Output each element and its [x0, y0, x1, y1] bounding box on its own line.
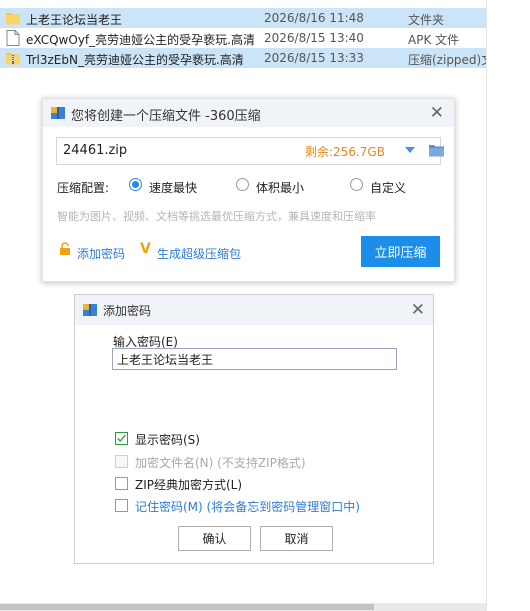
radio-custom[interactable]	[350, 178, 363, 191]
disk-remaining: 剩余:256.7GB	[305, 145, 385, 159]
compress-dialog: 您将创建一个压缩文件 -360压缩 ✕ 剩余:256.7GB 压缩配置: 速度最…	[42, 98, 455, 282]
file-row-zip[interactable]: Trl3zEbN_亮劳迪娅公主的受孕亵玩.高清 2026/8/15 13:33 …	[0, 48, 486, 68]
compress-now-button[interactable]: 立即压缩	[361, 236, 440, 267]
password-input[interactable]	[112, 348, 397, 370]
radio-custom-label[interactable]: 自定义	[370, 179, 406, 196]
radio-fastest-label[interactable]: 速度最快	[149, 179, 197, 196]
ok-button[interactable]: 确认	[178, 526, 251, 551]
radio-smallest[interactable]	[236, 178, 249, 191]
config-label: 压缩配置:	[57, 181, 110, 195]
file-row-apk[interactable]: eXCQwOyf_亮劳迪娅公主的受孕亵玩.高清 2026/8/15 13:40 …	[0, 28, 486, 48]
file-type: 压缩(zipped)文	[408, 53, 486, 67]
chevron-down-icon[interactable]	[404, 144, 416, 156]
file-row-folder[interactable]: 上老王论坛当老王 2026/8/16 11:48 文件夹	[0, 8, 486, 28]
radio-smallest-label[interactable]: 体积最小	[256, 179, 304, 196]
archive-name-input[interactable]	[63, 143, 263, 158]
close-icon[interactable]: ✕	[411, 300, 425, 320]
archive-app-icon	[83, 304, 97, 316]
file-name: 上老王论坛当老王	[26, 13, 123, 27]
radio-fastest[interactable]	[129, 178, 142, 191]
password-dialog-title: 添加密码	[103, 304, 152, 318]
show-password-checkbox[interactable]	[115, 432, 128, 445]
file-date: 2026/8/15 13:40	[264, 31, 364, 45]
zip-icon	[6, 53, 20, 65]
horizontal-scrollbar[interactable]	[0, 603, 486, 611]
archive-app-icon	[51, 107, 65, 119]
compress-hint: 智能为图片、视频、文档等挑选最优压缩方式，兼具速度和压缩率	[57, 210, 376, 223]
file-type: APK 文件	[408, 33, 460, 47]
list-divider	[486, 0, 487, 611]
file-icon	[6, 30, 20, 46]
archive-path-box: 剩余:256.7GB	[56, 137, 444, 165]
password-dialog-titlebar[interactable]: 添加密码 ✕	[75, 295, 433, 325]
super-package-link[interactable]: 生成超级压缩包	[157, 245, 241, 262]
folder-icon	[6, 13, 20, 25]
file-type: 文件夹	[408, 13, 445, 27]
lock-icon	[60, 242, 70, 255]
remember-password-label[interactable]: 记住密码(M) (将会备忘到密码管理窗口中)	[135, 498, 360, 515]
compress-dialog-title: 您将创建一个压缩文件 -360压缩	[71, 109, 261, 124]
encrypt-filename-checkbox	[115, 455, 128, 468]
cancel-button[interactable]: 取消	[260, 526, 333, 551]
remember-password-checkbox[interactable]	[115, 499, 128, 512]
compress-dialog-titlebar[interactable]: 您将创建一个压缩文件 -360压缩 ✕	[43, 99, 454, 127]
file-date: 2026/8/15 13:33	[264, 51, 364, 65]
encrypt-filename-label: 加密文件名(N) (不支持ZIP格式)	[135, 456, 306, 470]
checkmark-icon	[117, 434, 126, 443]
scrollbar-thumb[interactable]	[0, 604, 374, 610]
file-name: Trl3zEbN_亮劳迪娅公主的受孕亵玩.高清	[26, 53, 244, 67]
file-name: eXCQwOyf_亮劳迪娅公主的受孕亵玩.高清	[26, 33, 254, 47]
folder-browse-icon[interactable]	[429, 144, 444, 157]
add-password-link[interactable]: 添加密码	[77, 245, 125, 262]
zip-classic-checkbox[interactable]	[115, 477, 128, 490]
file-date: 2026/8/16 11:48	[264, 11, 364, 25]
show-password-label[interactable]: 显示密码(S)	[135, 431, 200, 448]
zip-classic-label[interactable]: ZIP经典加密方式(L)	[135, 476, 242, 493]
password-dialog: 添加密码 ✕ 输入密码(E) 显示密码(S) 加密文件名(N) (不支持ZIP格…	[74, 294, 434, 564]
vip-icon: V	[140, 241, 151, 257]
close-icon[interactable]: ✕	[430, 103, 444, 123]
